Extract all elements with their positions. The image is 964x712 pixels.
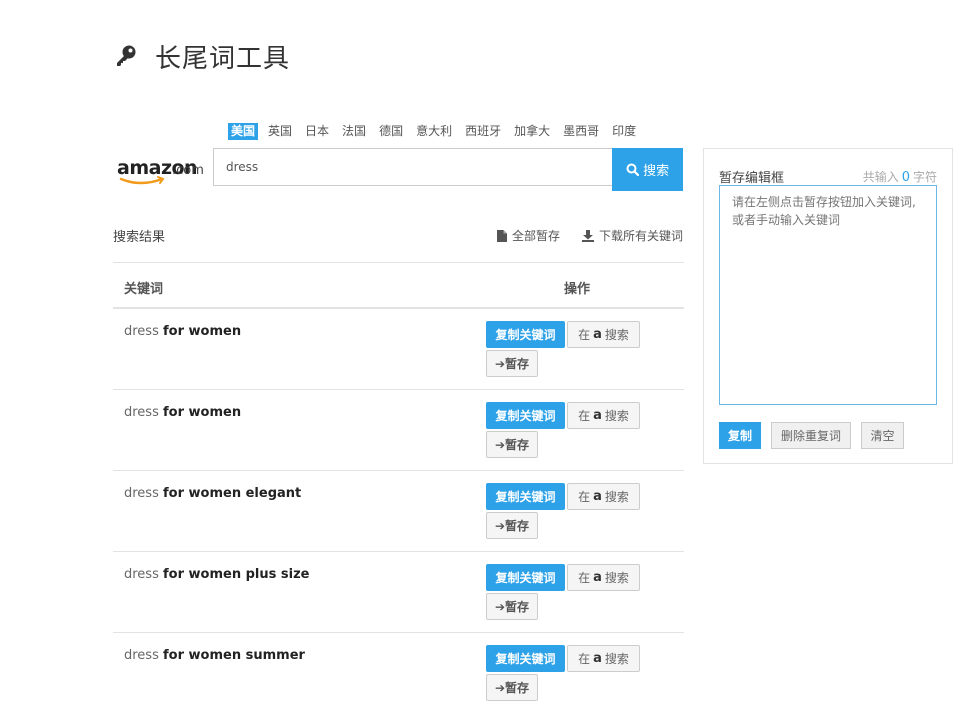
download-all-button[interactable]: 下载所有关键词: [581, 227, 683, 244]
copy-keyword-button[interactable]: 复制关键词: [486, 483, 565, 510]
country-tab[interactable]: 法国: [339, 123, 369, 140]
save-keyword-button[interactable]: ➔暂存: [486, 431, 538, 458]
staging-title: 暂存编辑框: [719, 171, 785, 186]
country-tab[interactable]: 意大利: [413, 123, 455, 140]
keyword-text: dress for women elegant: [124, 486, 301, 501]
search-button[interactable]: 搜索: [612, 148, 683, 191]
char-count-prefix: 共输入: [862, 170, 899, 184]
save-keyword-button[interactable]: ➔暂存: [486, 512, 538, 539]
keyword-base: dress: [124, 486, 159, 501]
search-icon: [626, 163, 640, 176]
keyword-suffix: for women elegant: [163, 486, 302, 501]
char-count-suffix: 字符: [912, 170, 937, 184]
keyword-base: dress: [124, 648, 159, 663]
table-row: dress for women 复制关键词在 a 搜索 ➔暂存: [113, 390, 684, 471]
amazon-a-icon: a: [593, 570, 602, 585]
keyword-suffix: for women plus size: [163, 567, 310, 582]
az-prefix: 在: [578, 490, 591, 504]
column-action: 操作: [564, 282, 591, 297]
copy-button[interactable]: 复制: [719, 422, 761, 449]
az-suffix: 搜索: [604, 652, 629, 666]
copy-keyword-button[interactable]: 复制关键词: [486, 321, 565, 348]
search-input[interactable]: [213, 148, 613, 186]
search-on-amazon-button[interactable]: 在 a 搜索: [567, 321, 640, 348]
table-row: dress for women 复制关键词在 a 搜索 ➔暂存: [113, 309, 684, 390]
az-prefix: 在: [578, 652, 591, 666]
search-button-label: 搜索: [643, 164, 670, 179]
keyword-base: dress: [124, 405, 159, 420]
amazon-a-icon: a: [593, 327, 602, 342]
remove-duplicates-button[interactable]: 删除重复词: [771, 422, 851, 449]
keyword-suffix: for women: [163, 405, 242, 420]
amazon-logo: amazon .com: [116, 154, 206, 190]
country-tabs: 美国 英国 日本 法国 德国 意大利 西班牙 加拿大 墨西哥 印度: [228, 122, 646, 140]
country-tab[interactable]: 印度: [609, 123, 639, 140]
char-count: 共输入 0 字符: [863, 168, 937, 185]
az-suffix: 搜索: [604, 571, 629, 585]
search-on-amazon-button[interactable]: 在 a 搜索: [567, 564, 640, 591]
char-count-value: 0: [901, 170, 910, 185]
az-suffix: 搜索: [604, 490, 629, 504]
country-tab[interactable]: 墨西哥: [560, 123, 602, 140]
country-tab[interactable]: 日本: [302, 123, 332, 140]
page-title: 长尾词工具: [113, 38, 290, 74]
amazon-a-icon: a: [593, 489, 602, 504]
country-tab[interactable]: 英国: [265, 123, 295, 140]
keyword-suffix: for women: [163, 324, 242, 339]
staging-panel: 暂存编辑框 共输入0字符 复制 删除重复词 清空: [703, 148, 953, 464]
keyword-suffix: for women summer: [163, 648, 305, 663]
az-suffix: 搜索: [604, 328, 629, 342]
save-keyword-button[interactable]: ➔暂存: [486, 350, 538, 377]
search-on-amazon-button[interactable]: 在 a 搜索: [567, 483, 640, 510]
table-row: dress for women elegant 复制关键词在 a 搜索 ➔暂存: [113, 471, 684, 552]
copy-keyword-button[interactable]: 复制关键词: [486, 645, 565, 672]
save-keyword-button[interactable]: ➔暂存: [486, 593, 538, 620]
country-tab[interactable]: 德国: [376, 123, 406, 140]
download-icon: [581, 229, 594, 242]
keyword-text: dress for women plus size: [124, 567, 309, 582]
amazon-logo-suffix: .com: [172, 163, 204, 178]
file-icon: [496, 229, 507, 242]
column-keyword: 关键词: [124, 282, 164, 297]
keyword-base: dress: [124, 324, 159, 339]
keyword-text: dress for women: [124, 405, 241, 420]
amazon-a-icon: a: [593, 408, 602, 423]
save-all-button[interactable]: 全部暂存: [496, 227, 560, 244]
az-prefix: 在: [578, 328, 591, 342]
table-header: 关键词 操作: [113, 262, 684, 309]
country-tab[interactable]: 加拿大: [511, 123, 553, 140]
download-all-label: 下载所有关键词: [598, 229, 683, 243]
keyword-base: dress: [124, 567, 159, 582]
country-tab[interactable]: 西班牙: [462, 123, 504, 140]
country-tab[interactable]: 美国: [228, 122, 259, 140]
az-suffix: 搜索: [604, 409, 629, 423]
results-title: 搜索结果: [113, 230, 166, 245]
save-all-label: 全部暂存: [511, 229, 560, 243]
results-header: 搜索结果 全部暂存 下载所有关键词: [113, 224, 683, 246]
copy-keyword-button[interactable]: 复制关键词: [486, 564, 565, 591]
save-keyword-button[interactable]: ➔暂存: [486, 674, 538, 701]
search-box: 搜索: [213, 148, 683, 191]
table-row: dress for women summer 复制关键词在 a 搜索 ➔暂存: [113, 633, 684, 712]
clear-button[interactable]: 清空: [861, 422, 904, 449]
page-title-text: 长尾词工具: [155, 43, 291, 74]
keyword-text: dress for women summer: [124, 648, 305, 663]
az-prefix: 在: [578, 409, 591, 423]
search-on-amazon-button[interactable]: 在 a 搜索: [567, 645, 640, 672]
keyword-text: dress for women: [124, 324, 241, 339]
search-on-amazon-button[interactable]: 在 a 搜索: [567, 402, 640, 429]
staging-textarea[interactable]: [719, 185, 937, 405]
key-icon: [113, 43, 139, 69]
results-table: 关键词 操作 dress for women 复制关键词在 a 搜索 ➔暂存 dress …: [113, 262, 684, 712]
amazon-a-icon: a: [593, 651, 602, 666]
copy-keyword-button[interactable]: 复制关键词: [486, 402, 565, 429]
table-row: dress for women plus size 复制关键词在 a 搜索 ➔暂存: [113, 552, 684, 633]
az-prefix: 在: [578, 571, 591, 585]
